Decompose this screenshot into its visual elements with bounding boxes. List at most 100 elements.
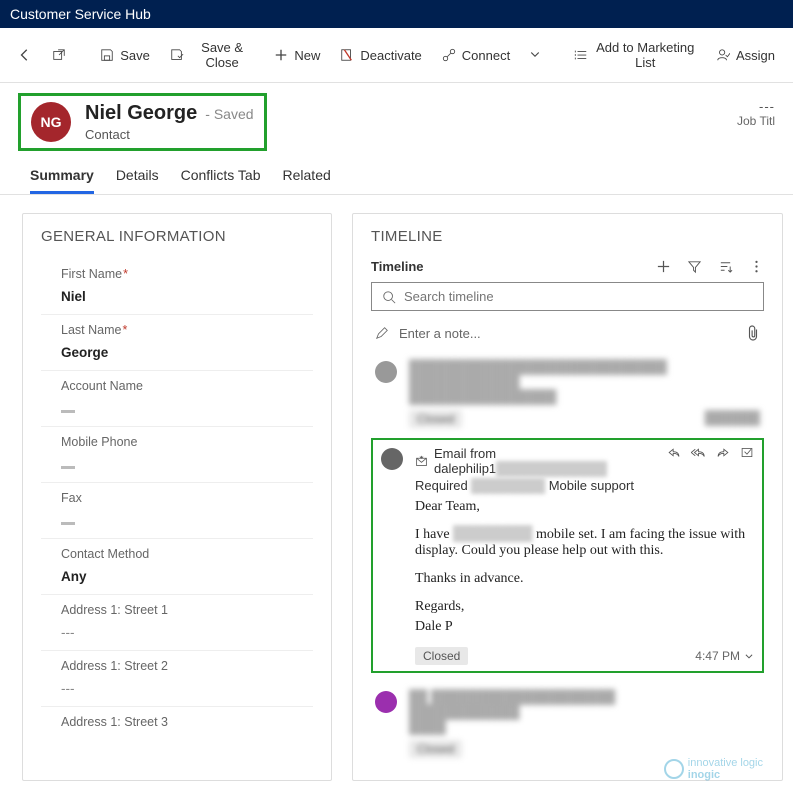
account-value xyxy=(61,401,313,416)
forward-icon[interactable] xyxy=(716,446,730,493)
contact-method-value: Any xyxy=(61,569,313,584)
mobile-label: Mobile Phone xyxy=(61,435,313,449)
timeline-search[interactable] xyxy=(371,282,764,311)
field-mobile[interactable]: Mobile Phone xyxy=(41,427,313,483)
account-label: Account Name xyxy=(61,379,313,393)
header-right: --- Job Titl xyxy=(737,93,775,128)
timeline-filter-icon[interactable] xyxy=(687,259,702,274)
save-close-button[interactable]: Save & Close xyxy=(162,36,262,74)
last-name-value: George xyxy=(61,345,313,360)
tab-conflicts[interactable]: Conflicts Tab xyxy=(181,159,261,194)
field-street3[interactable]: Address 1: Street 3 xyxy=(41,707,313,747)
connect-dropdown-button[interactable] xyxy=(522,43,548,67)
timeline-more-icon[interactable] xyxy=(749,259,764,274)
app-title: Customer Service Hub xyxy=(10,6,151,22)
tab-details[interactable]: Details xyxy=(116,159,159,194)
record-header: NG Niel George - Saved Contact --- Job T… xyxy=(0,83,793,159)
avatar: NG xyxy=(31,102,71,142)
tab-summary[interactable]: Summary xyxy=(30,159,94,194)
open-new-window-button[interactable] xyxy=(44,44,74,66)
first-name-value: Niel xyxy=(61,289,313,304)
mobile-value xyxy=(61,457,313,472)
deactivate-button[interactable]: Deactivate xyxy=(332,44,429,67)
list-icon xyxy=(574,48,588,62)
popout-icon xyxy=(52,48,66,62)
marketing-label: Add to Marketing List xyxy=(594,40,696,70)
street1-label: Address 1: Street 1 xyxy=(61,603,313,617)
street1-value: --- xyxy=(61,625,313,640)
email-avatar xyxy=(381,448,403,470)
back-arrow-icon xyxy=(18,48,32,62)
plus-icon xyxy=(274,48,288,62)
timeline-note-row[interactable]: Enter a note... xyxy=(371,319,764,351)
field-street2[interactable]: Address 1: Street 2 --- xyxy=(41,651,313,707)
timeline-item-3[interactable]: ██ ████████████████████ ████████████ ███… xyxy=(371,681,764,766)
connect-button[interactable]: Connect xyxy=(434,44,518,67)
tab-related[interactable]: Related xyxy=(283,159,331,194)
email-signature: Dale P xyxy=(415,619,754,635)
app-header: Customer Service Hub xyxy=(0,0,793,28)
save-button[interactable]: Save xyxy=(92,44,158,67)
command-bar: Save Save & Close New Deactivate Connect xyxy=(0,28,793,83)
new-label: New xyxy=(294,48,320,63)
email-thanks: Thanks in advance. xyxy=(415,571,754,587)
new-button[interactable]: New xyxy=(266,44,328,67)
chevron-down-icon xyxy=(528,47,542,61)
timeline-header-label: Timeline xyxy=(371,259,424,274)
job-title-label: Job Titl xyxy=(737,114,775,128)
timeline-add-icon[interactable] xyxy=(656,259,671,274)
search-icon xyxy=(382,290,396,304)
street2-value: --- xyxy=(61,681,313,696)
add-marketing-list-button[interactable]: Add to Marketing List xyxy=(566,36,704,74)
timeline-email-highlight: Email from dalephilip1████████████ Requi… xyxy=(371,438,764,673)
main-columns: GENERAL INFORMATION First Name Niel Last… xyxy=(0,195,793,791)
fax-value xyxy=(61,513,313,528)
field-last-name[interactable]: Last Name George xyxy=(41,315,313,371)
street3-label: Address 1: Street 3 xyxy=(61,715,313,729)
street2-label: Address 1: Street 2 xyxy=(61,659,313,673)
field-contact-method[interactable]: Contact Method Any xyxy=(41,539,313,595)
email-from-label: Email from dalephilip1████████████ xyxy=(434,446,667,476)
avatar-initials: NG xyxy=(41,114,62,130)
email-regards: Regards, xyxy=(415,599,754,615)
timeline-sort-icon[interactable] xyxy=(718,259,733,274)
assign-button[interactable]: Assign xyxy=(708,44,783,67)
email-action-icons xyxy=(667,446,754,493)
attachment-icon[interactable] xyxy=(746,325,760,341)
email-greeting: Dear Team, xyxy=(415,499,754,515)
pencil-icon xyxy=(375,326,389,340)
timeline-item-email[interactable]: Email from dalephilip1████████████ Requi… xyxy=(381,446,754,665)
last-name-label: Last Name xyxy=(61,323,313,337)
assign-email-icon[interactable] xyxy=(740,446,754,493)
job-title-value: --- xyxy=(737,99,775,114)
general-title: GENERAL INFORMATION xyxy=(41,228,313,245)
save-label: Save xyxy=(120,48,150,63)
note-placeholder: Enter a note... xyxy=(399,326,481,341)
fax-label: Fax xyxy=(61,491,313,505)
first-name-label: First Name xyxy=(61,267,313,281)
field-account[interactable]: Account Name xyxy=(41,371,313,427)
email-time[interactable]: 4:47 PM xyxy=(695,649,754,663)
reply-icon[interactable] xyxy=(667,446,681,493)
timeline-title: TIMELINE xyxy=(371,228,764,245)
field-first-name[interactable]: First Name Niel xyxy=(41,259,313,315)
email-in-icon xyxy=(415,455,428,468)
connect-icon xyxy=(442,48,456,62)
save-close-icon xyxy=(170,48,184,62)
reply-all-icon[interactable] xyxy=(691,446,706,493)
deactivate-icon xyxy=(340,48,354,62)
assign-icon xyxy=(716,48,730,62)
field-street1[interactable]: Address 1: Street 1 --- xyxy=(41,595,313,651)
field-fax[interactable]: Fax xyxy=(41,483,313,539)
tab-list: Summary Details Conflicts Tab Related xyxy=(0,159,793,195)
connect-label: Connect xyxy=(462,48,510,63)
record-name: Niel George xyxy=(85,102,197,125)
record-saved-status: - Saved xyxy=(205,106,253,122)
assign-label: Assign xyxy=(736,48,775,63)
record-type: Contact xyxy=(85,127,254,142)
timeline-search-input[interactable] xyxy=(404,289,753,304)
timeline-item-1[interactable]: ████████████████████████████ ███████████… xyxy=(371,351,764,436)
save-close-label: Save & Close xyxy=(190,40,254,70)
timeline-card: TIMELINE Timeline Enter a note... xyxy=(352,213,783,781)
back-button[interactable] xyxy=(10,44,40,66)
